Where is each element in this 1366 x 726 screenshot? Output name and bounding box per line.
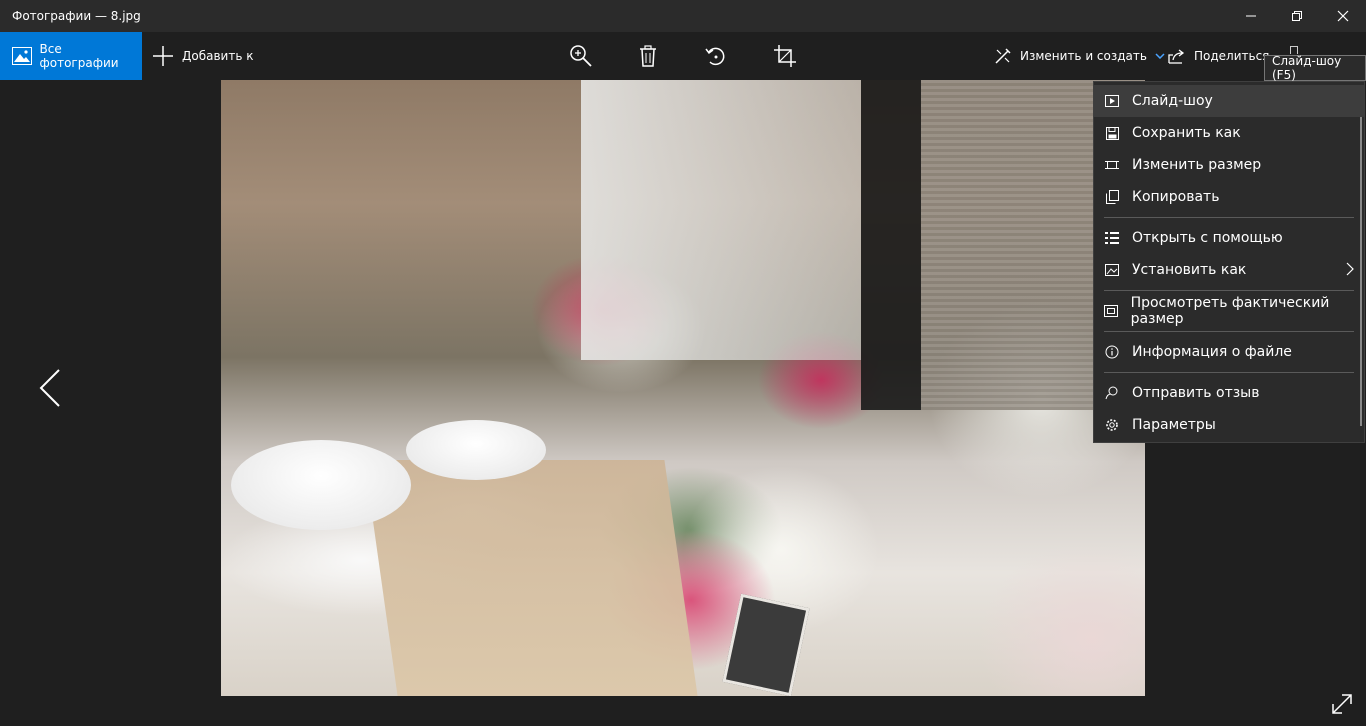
delete-button[interactable] (635, 43, 661, 69)
edit-create-icon (995, 48, 1011, 64)
add-to-label: Добавить к (182, 49, 254, 63)
all-photos-label: Все фотографии (39, 42, 119, 70)
menu-separator (1104, 372, 1354, 373)
photo-wall (581, 80, 861, 360)
close-button[interactable] (1320, 0, 1366, 32)
menu-item-file-info[interactable]: Информация о файле (1094, 336, 1364, 368)
feedback-icon (1105, 386, 1118, 400)
all-photos-button[interactable]: Все фотографии (0, 32, 142, 80)
share-icon (1168, 49, 1185, 64)
menu-item-feedback[interactable]: Отправить отзыв (1094, 377, 1364, 409)
expand-icon (1332, 694, 1352, 714)
add-to-button[interactable]: Добавить к (152, 32, 253, 80)
menu-item-label: Копировать (1132, 189, 1220, 205)
share-button[interactable]: Поделиться (1168, 32, 1269, 80)
copy-icon (1105, 190, 1119, 204)
chevron-left-icon (39, 369, 60, 407)
rotate-icon (705, 47, 725, 66)
fullscreen-button[interactable] (1330, 692, 1354, 716)
restore-icon (1292, 11, 1302, 21)
plus-icon (153, 46, 173, 66)
menu-item-copy[interactable]: Копировать (1094, 181, 1364, 213)
photo-chalk-sign (722, 593, 810, 696)
menu-separator (1104, 331, 1354, 332)
chevron-right-icon (1346, 262, 1354, 276)
menu-separator (1104, 290, 1354, 291)
menu-item-label: Изменить размер (1132, 157, 1262, 173)
close-icon (1337, 10, 1349, 22)
menu-item-label: Отправить отзыв (1132, 385, 1260, 401)
chevron-down-icon (1155, 53, 1165, 59)
zoom-icon (570, 45, 592, 67)
title-bar: Фотографии — 8.jpg (0, 0, 1366, 32)
actual-size-icon (1104, 305, 1119, 317)
menu-item-set-as[interactable]: Установить как (1094, 254, 1364, 286)
photos-icon (12, 47, 32, 65)
restore-button[interactable] (1274, 0, 1320, 32)
photo-view (221, 80, 1145, 696)
menu-item-label: Параметры (1132, 417, 1216, 433)
menu-item-save-as[interactable]: Сохранить как (1094, 117, 1364, 149)
info-icon (1105, 345, 1119, 359)
toolbar: Все фотографии Добавить к Изменить и соз… (0, 32, 1366, 80)
menu-separator (1104, 217, 1354, 218)
settings-icon (1106, 419, 1118, 431)
delete-icon (640, 45, 656, 67)
set-as-icon (1105, 264, 1119, 276)
menu-item-slideshow[interactable]: Слайд-шоу (1094, 85, 1364, 117)
photo-table-runner (364, 460, 698, 696)
crop-icon (774, 45, 796, 67)
zoom-button[interactable] (568, 43, 594, 69)
menu-item-label: Сохранить как (1132, 125, 1241, 141)
slideshow-icon (1105, 95, 1119, 107)
menu-item-label: Открыть с помощью (1132, 230, 1283, 246)
menu-item-actual-size[interactable]: Просмотреть фактический размер (1094, 295, 1364, 327)
previous-photo-button[interactable] (34, 366, 66, 410)
menu-item-label: Слайд-шоу (1132, 93, 1213, 109)
more-menu: Слайд-шоу Сохранить как Изменить размер … (1093, 81, 1365, 443)
photo-plate (406, 420, 546, 480)
window-title: Фотографии — 8.jpg (12, 9, 141, 23)
crop-button[interactable] (772, 43, 798, 69)
menu-item-label: Просмотреть фактический размер (1130, 295, 1330, 327)
rotate-button[interactable] (703, 43, 729, 69)
more-button[interactable] (1290, 46, 1298, 54)
minimize-icon (1246, 15, 1256, 17)
menu-item-resize[interactable]: Изменить размер (1094, 149, 1364, 181)
menu-item-settings[interactable]: Параметры (1094, 409, 1364, 441)
menu-item-label: Установить как (1132, 262, 1247, 278)
photo-doorframe (861, 80, 921, 410)
share-label: Поделиться (1194, 49, 1270, 63)
open-with-icon (1105, 232, 1119, 244)
edit-create-label: Изменить и создать (1020, 49, 1147, 63)
edit-create-button[interactable]: Изменить и создать (994, 32, 1165, 80)
tooltip: Слайд-шоу (F5) (1264, 54, 1366, 82)
save-icon (1105, 126, 1119, 140)
menu-item-open-with[interactable]: Открыть с помощью (1094, 222, 1364, 254)
resize-icon (1105, 161, 1119, 169)
photo-plate (231, 440, 411, 530)
menu-item-label: Информация о файле (1132, 344, 1292, 360)
minimize-button[interactable] (1228, 0, 1274, 32)
